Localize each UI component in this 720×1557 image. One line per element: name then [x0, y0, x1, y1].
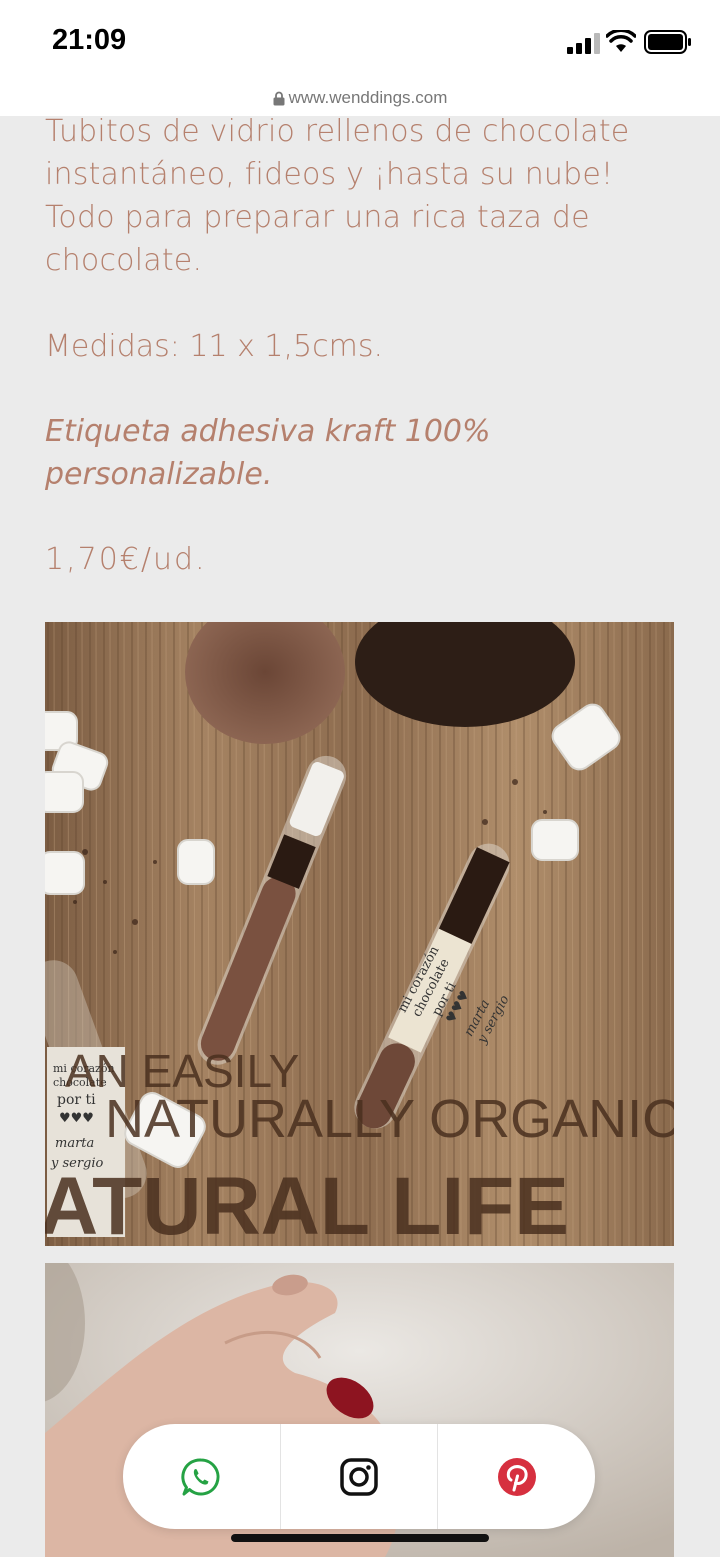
whatsapp-icon	[181, 1457, 220, 1495]
engraving-line2: NATURALLY ORGANIC	[105, 1089, 674, 1149]
status-bar: 21:09	[0, 0, 720, 86]
product-description-text: Tubitos de vidrio rellenos de chocolate …	[45, 114, 630, 278]
instagram-icon	[340, 1457, 378, 1496]
lock-icon	[273, 91, 285, 105]
product-measures: Medidas: 11 x 1,5cms.	[45, 329, 384, 364]
browser-url-bar[interactable]: www.wenddings.com	[0, 86, 720, 116]
battery-icon	[644, 30, 691, 54]
product-photo-chocolate-tubes: mi corazón chocolate por ti ♥♥♥ marta y …	[45, 622, 674, 1246]
home-indicator[interactable]	[231, 1534, 489, 1542]
product-label-note: Etiqueta adhesiva kraft 100% personaliza…	[45, 414, 491, 492]
url-text: www.wenddings.com	[288, 88, 448, 107]
instagram-share-button[interactable]	[279, 1424, 438, 1529]
share-bar	[123, 1424, 595, 1529]
status-time: 21:09	[52, 24, 127, 56]
whatsapp-share-button[interactable]	[123, 1424, 280, 1529]
pinterest-icon	[497, 1457, 536, 1496]
engraving-line3: ATURAL LIFE	[45, 1161, 569, 1246]
signal-bars-icon	[567, 33, 600, 54]
product-description: Tubitos de vidrio rellenos de chocolate …	[45, 110, 675, 581]
side-label-names1: marta	[55, 1136, 94, 1151]
side-label-line4: ♥♥♥	[59, 1111, 94, 1126]
pinterest-share-button[interactable]	[437, 1424, 595, 1529]
product-price: 1,70€/ud.	[45, 542, 207, 577]
wifi-icon	[606, 30, 636, 52]
